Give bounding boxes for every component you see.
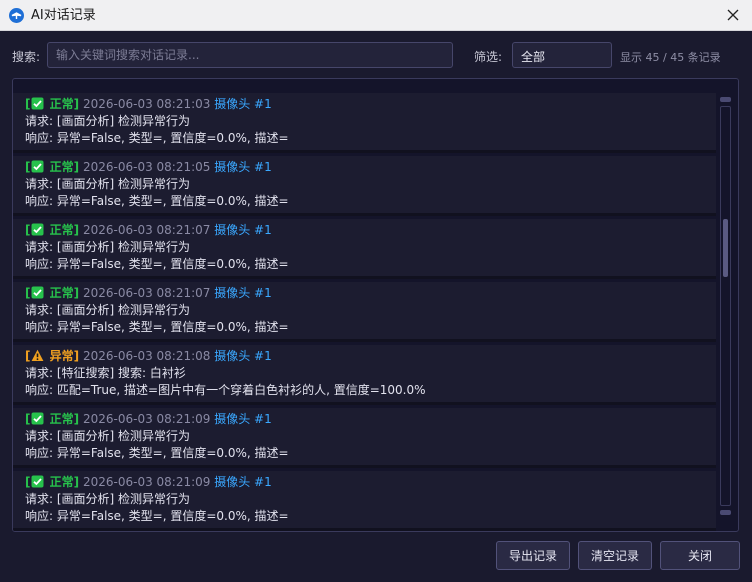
clear-records-button[interactable]: 清空记录 xyxy=(578,541,652,570)
entry-request: 请求: [画面分析] 检测异常行为 xyxy=(25,114,191,128)
entry-request: 请求: [画面分析] 检测异常行为 xyxy=(25,492,191,506)
entry-request: 请求: [画面分析] 检测异常行为 xyxy=(25,303,191,317)
entry-timestamp: 2026-06-03 08:21:07 xyxy=(79,286,215,300)
entry-header: [ 正常] 2026-06-03 08:21:09 摄像头 #1 xyxy=(25,474,716,491)
scroll-thumb[interactable] xyxy=(723,219,728,278)
scroll-down-arrow[interactable] xyxy=(720,510,731,515)
entry-request: 请求: [画面分析] 检测异常行为 xyxy=(25,177,191,191)
status-badge: [ 正常] xyxy=(25,223,80,237)
entry-timestamp: 2026-06-03 08:21:03 xyxy=(79,97,215,111)
check-icon xyxy=(31,475,44,488)
scroll-up-arrow[interactable] xyxy=(720,97,731,102)
status-text: 异常] xyxy=(45,349,80,363)
close-button[interactable]: 关闭 xyxy=(660,541,740,570)
conversation-log-list[interactable]: [ 正常] 2026-06-03 08:21:03 摄像头 #1 请求: [画面分… xyxy=(12,78,739,532)
status-text: 正常] xyxy=(45,223,80,237)
check-icon xyxy=(31,160,44,173)
warning-icon xyxy=(32,349,44,361)
entry-response: 响应: 异常=False, 类型=, 置信度=0.0%, 描述= xyxy=(25,509,289,523)
export-records-button[interactable]: 导出记录 xyxy=(496,541,570,570)
status-badge: [ 异常] xyxy=(25,349,80,363)
filter-label: 筛选: xyxy=(474,50,503,64)
status-text: 正常] xyxy=(45,286,80,300)
status-text: 正常] xyxy=(45,412,80,426)
log-entry[interactable]: [ 正常] 2026-06-03 08:21:07 摄像头 #1 请求: [画面分… xyxy=(13,282,716,342)
title-bar: AI对话记录 xyxy=(0,0,752,31)
entry-timestamp: 2026-06-03 08:21:09 xyxy=(79,475,215,489)
entry-request: 请求: [画面分析] 检测异常行为 xyxy=(25,429,191,443)
entry-request: 请求: [画面分析] 检测异常行为 xyxy=(25,240,191,254)
camera-label: 摄像头 #1 xyxy=(214,97,272,111)
entry-header: [ 正常] 2026-06-03 08:21:07 摄像头 #1 xyxy=(25,285,716,302)
entry-response: 响应: 异常=False, 类型=, 置信度=0.0%, 描述= xyxy=(25,131,289,145)
status-text: 正常] xyxy=(45,160,80,174)
window-title: AI对话记录 xyxy=(31,8,96,23)
close-window-button[interactable] xyxy=(720,3,746,27)
search-input[interactable] xyxy=(47,42,453,68)
status-badge: [ 正常] xyxy=(25,286,80,300)
camera-label: 摄像头 #1 xyxy=(214,475,272,489)
app-logo-icon xyxy=(9,8,24,23)
status-badge: [ 正常] xyxy=(25,412,80,426)
close-icon xyxy=(727,9,739,21)
vertical-scrollbar[interactable] xyxy=(720,97,731,517)
log-entry[interactable]: [ 正常] 2026-06-03 08:21:07 摄像头 #1 请求: [画面分… xyxy=(13,219,716,279)
camera-label: 摄像头 #1 xyxy=(214,286,272,300)
check-icon xyxy=(31,412,44,425)
log-entry[interactable]: [ 正常] 2026-06-03 08:21:09 摄像头 #1 请求: [画面分… xyxy=(13,408,716,468)
log-entry[interactable]: [ 正常] 2026-06-03 08:21:09 摄像头 #1 请求: [画面分… xyxy=(13,471,716,531)
log-entry[interactable]: [ 正常] 2026-06-03 08:21:05 摄像头 #1 请求: [画面分… xyxy=(13,156,716,216)
entry-response: 响应: 异常=False, 类型=, 置信度=0.0%, 描述= xyxy=(25,257,289,271)
entry-response: 响应: 异常=False, 类型=, 置信度=0.0%, 描述= xyxy=(25,446,289,460)
entry-timestamp: 2026-06-03 08:21:07 xyxy=(79,223,215,237)
status-badge: [ 正常] xyxy=(25,97,80,111)
entry-header: [ 正常] 2026-06-03 08:21:03 摄像头 #1 xyxy=(25,96,716,113)
status-text: 正常] xyxy=(45,97,80,111)
scroll-track[interactable] xyxy=(720,106,731,506)
entry-response: 响应: 异常=False, 类型=, 置信度=0.0%, 描述= xyxy=(25,320,289,334)
log-entry[interactable]: [ 正常] 2026-06-03 08:21:03 摄像头 #1 请求: [画面分… xyxy=(13,93,716,153)
entry-request: 请求: [特征搜索] 搜索: 白衬衫 xyxy=(25,366,186,380)
entry-header: [ 异常] 2026-06-03 08:21:08 摄像头 #1 xyxy=(25,348,716,365)
check-icon xyxy=(31,286,44,299)
camera-label: 摄像头 #1 xyxy=(214,349,272,363)
entry-response: 响应: 匹配=True, 描述=图片中有一个穿着白色衬衫的人, 置信度=100.… xyxy=(25,383,426,397)
entry-header: [ 正常] 2026-06-03 08:21:09 摄像头 #1 xyxy=(25,411,716,428)
check-icon xyxy=(31,223,44,236)
status-badge: [ 正常] xyxy=(25,160,80,174)
entry-header: [ 正常] 2026-06-03 08:21:07 摄像头 #1 xyxy=(25,222,716,239)
entry-timestamp: 2026-06-03 08:21:05 xyxy=(79,160,215,174)
entry-header: [ 正常] 2026-06-03 08:21:05 摄像头 #1 xyxy=(25,159,716,176)
filter-select[interactable]: 全部 xyxy=(512,42,612,68)
search-label: 搜索: xyxy=(12,50,41,64)
entry-response: 响应: 异常=False, 类型=, 置信度=0.0%, 描述= xyxy=(25,194,289,208)
camera-label: 摄像头 #1 xyxy=(214,160,272,174)
status-text: 正常] xyxy=(45,475,80,489)
log-entry[interactable]: [ 异常] 2026-06-03 08:21:08 摄像头 #1 请求: [特征搜… xyxy=(13,345,716,405)
entry-timestamp: 2026-06-03 08:21:08 xyxy=(79,349,215,363)
entry-timestamp: 2026-06-03 08:21:09 xyxy=(79,412,215,426)
camera-label: 摄像头 #1 xyxy=(214,223,272,237)
status-badge: [ 正常] xyxy=(25,475,80,489)
camera-label: 摄像头 #1 xyxy=(214,412,272,426)
check-icon xyxy=(31,97,44,110)
record-count: 显示 45 / 45 条记录 xyxy=(620,51,721,64)
